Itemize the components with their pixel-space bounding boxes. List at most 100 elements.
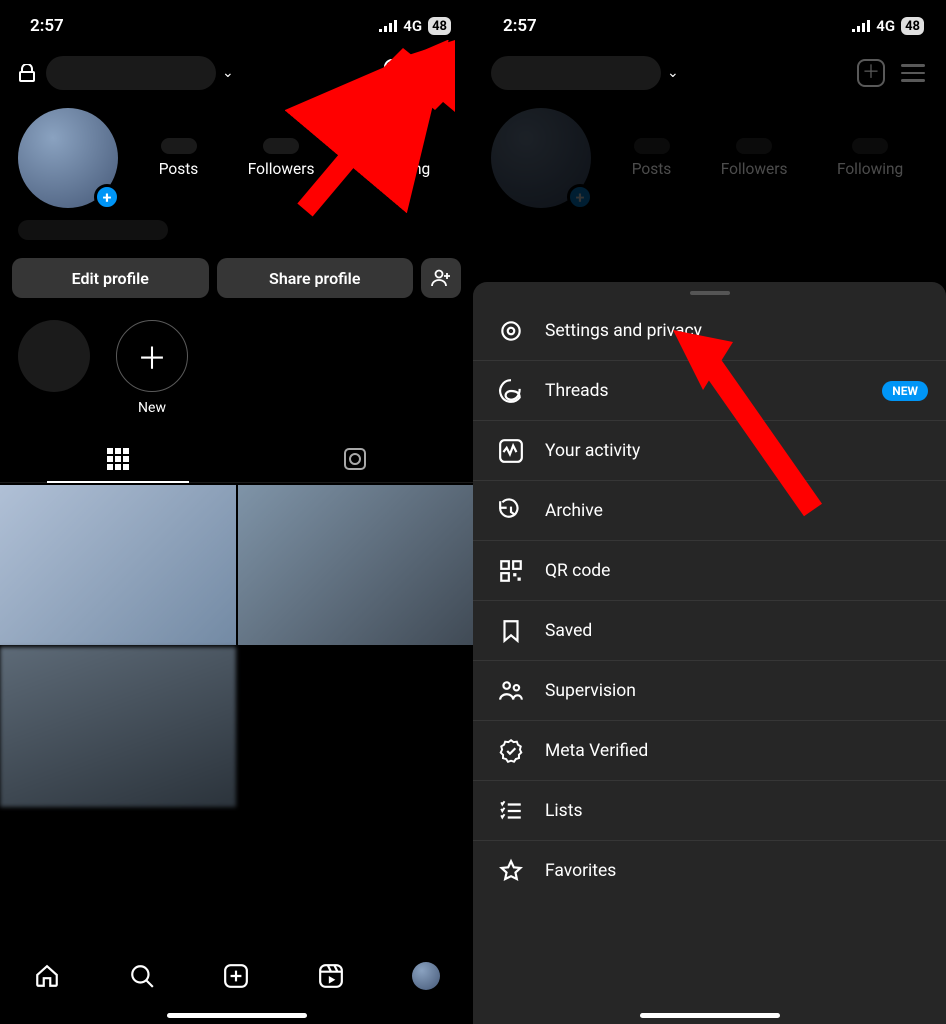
screenshot-profile: 2:57 4G 48 ⌄ ＋ + <box>0 0 473 1024</box>
hamburger-icon <box>901 64 925 82</box>
lists-icon <box>497 797 525 825</box>
stat-following-label: Following <box>837 160 903 178</box>
discover-people-button[interactable] <box>421 258 461 298</box>
grid-icon <box>107 448 129 470</box>
nav-search[interactable] <box>126 960 158 992</box>
create-button[interactable]: ＋ <box>377 52 419 94</box>
tab-grid[interactable] <box>0 436 237 482</box>
menu-label: Saved <box>545 621 592 641</box>
stat-followers-label: Followers <box>248 160 315 178</box>
profile-stats: Posts Followers Following <box>134 138 455 178</box>
tab-tagged[interactable] <box>237 436 474 482</box>
menu-label: Meta Verified <box>545 741 648 761</box>
status-bar: 2:57 4G 48 <box>473 0 946 44</box>
highlight-new[interactable]: ＋ New <box>116 320 188 416</box>
menu-label: Favorites <box>545 861 616 881</box>
new-badge: NEW <box>882 381 928 401</box>
screenshot-menu-sheet: 2:57 4G 48 ⌄ ＋ + <box>473 0 946 1024</box>
stat-following-count <box>852 138 888 154</box>
nav-reels[interactable] <box>315 960 347 992</box>
hamburger-icon <box>428 64 452 82</box>
home-indicator[interactable] <box>640 1013 780 1018</box>
post-thumbnail[interactable] <box>0 647 236 807</box>
profile-header: ⌄ ＋ <box>0 44 473 104</box>
menu-qr[interactable]: QR code <box>473 541 946 601</box>
gear-icon <box>497 317 525 345</box>
username-dropdown[interactable] <box>46 56 216 90</box>
stat-followers-label: Followers <box>721 160 788 178</box>
stat-posts[interactable]: Posts <box>159 138 199 178</box>
reels-icon <box>318 963 344 989</box>
avatar-button[interactable]: + <box>18 108 118 208</box>
menu-settings[interactable]: Settings and privacy <box>473 301 946 361</box>
plus-icon: ＋ <box>384 59 412 87</box>
share-profile-button[interactable]: Share profile <box>217 258 414 298</box>
add-person-icon <box>431 269 451 287</box>
menu-activity[interactable]: Your activity <box>473 421 946 481</box>
star-icon <box>497 857 525 885</box>
add-story-badge[interactable]: + <box>94 184 120 210</box>
status-bar: 2:57 4G 48 <box>0 0 473 44</box>
stat-posts[interactable]: Posts <box>632 138 672 178</box>
menu-threads[interactable]: Threads NEW <box>473 361 946 421</box>
display-name <box>18 220 168 240</box>
stat-following-label: Following <box>364 160 430 178</box>
menu-supervision[interactable]: Supervision <box>473 661 946 721</box>
network-label: 4G <box>876 17 895 35</box>
posts-grid <box>0 485 473 807</box>
menu-label: Supervision <box>545 681 636 701</box>
sheet-handle[interactable] <box>690 291 730 295</box>
signal-icon <box>379 20 397 32</box>
highlight-item[interactable] <box>18 320 90 416</box>
status-time: 2:57 <box>503 16 537 36</box>
post-thumbnail[interactable] <box>238 647 474 807</box>
signal-icon <box>852 20 870 32</box>
menu-favorites[interactable]: Favorites <box>473 841 946 901</box>
menu-saved[interactable]: Saved <box>473 601 946 661</box>
menu-button[interactable] <box>892 52 934 94</box>
menu-label: Your activity <box>545 441 640 461</box>
post-thumbnail[interactable] <box>238 485 474 645</box>
lock-icon <box>18 64 36 82</box>
status-right: 4G 48 <box>379 17 451 35</box>
profile-summary: + Posts Followers Following <box>473 104 946 208</box>
username-dropdown[interactable] <box>491 56 661 90</box>
home-icon <box>34 963 60 989</box>
stat-followers[interactable]: Followers <box>248 138 315 178</box>
stat-followers-count <box>736 138 772 154</box>
edit-profile-button[interactable]: Edit profile <box>12 258 209 298</box>
menu-archive[interactable]: Archive <box>473 481 946 541</box>
menu-label: Threads <box>545 381 609 401</box>
create-button[interactable]: ＋ <box>850 52 892 94</box>
menu-label: QR code <box>545 561 610 581</box>
stat-followers-count <box>263 138 299 154</box>
bottom-nav <box>0 944 473 1024</box>
stat-posts-count <box>634 138 670 154</box>
stat-following-count <box>379 138 415 154</box>
menu-verified[interactable]: Meta Verified <box>473 721 946 781</box>
chevron-down-icon[interactable]: ⌄ <box>667 65 679 81</box>
supervision-icon <box>497 677 525 705</box>
avatar-button[interactable]: + <box>491 108 591 208</box>
post-thumbnail[interactable] <box>0 485 236 645</box>
chevron-down-icon[interactable]: ⌄ <box>222 65 234 81</box>
battery-icon: 48 <box>901 17 924 35</box>
add-story-badge[interactable]: + <box>567 184 593 210</box>
nav-profile[interactable] <box>410 960 442 992</box>
nav-create[interactable] <box>220 960 252 992</box>
plus-square-icon <box>223 963 249 989</box>
stat-following[interactable]: Following <box>364 138 430 178</box>
nav-home[interactable] <box>31 960 63 992</box>
home-indicator[interactable] <box>167 1013 307 1018</box>
network-label: 4G <box>403 17 422 35</box>
activity-icon <box>497 437 525 465</box>
stat-followers[interactable]: Followers <box>721 138 788 178</box>
menu-button[interactable] <box>419 52 461 94</box>
profile-header: ⌄ ＋ <box>473 44 946 104</box>
status-time: 2:57 <box>30 16 64 36</box>
plus-icon: ＋ <box>857 59 885 87</box>
highlight-cover <box>18 320 90 392</box>
menu-lists[interactable]: Lists <box>473 781 946 841</box>
story-highlights: ＋ New <box>0 298 473 416</box>
stat-following[interactable]: Following <box>837 138 903 178</box>
